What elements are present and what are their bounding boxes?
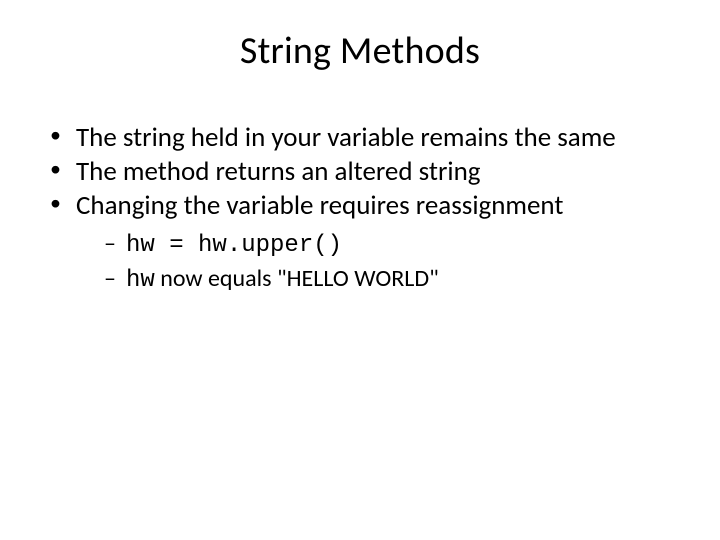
- code-text: hw: [126, 267, 155, 294]
- bullet-item: Changing the variable requires reassignm…: [50, 190, 670, 296]
- sub-bullet-item: hw = hw.upper(): [104, 228, 670, 261]
- sub-bullet-item: hw now equals "HELLO WORLD": [104, 263, 670, 296]
- code-text: hw = hw.upper(): [126, 232, 342, 259]
- bullet-list: The string held in your variable remains…: [50, 122, 670, 296]
- bullet-item: The string held in your variable remains…: [50, 122, 670, 154]
- bullet-item: The method returns an altered string: [50, 156, 670, 188]
- sub-bullet-rest: now equals "HELLO WORLD": [155, 264, 439, 293]
- bullet-text: Changing the variable requires reassignm…: [76, 189, 563, 222]
- slide-title: String Methods: [10, 28, 710, 74]
- sub-bullet-list: hw = hw.upper() hw now equals "HELLO WOR…: [104, 228, 670, 296]
